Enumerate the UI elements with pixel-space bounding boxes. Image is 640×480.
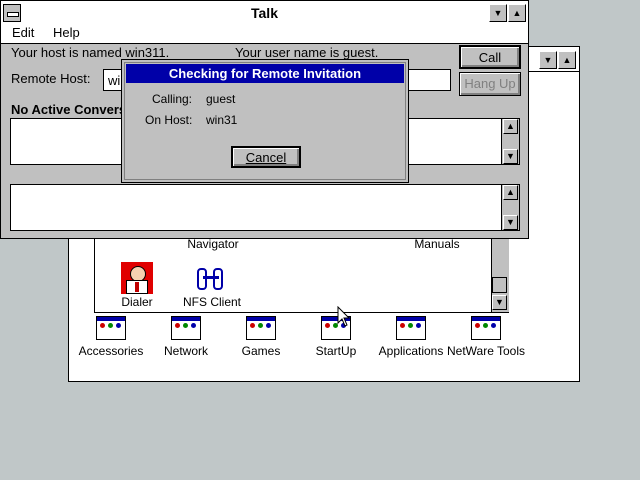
on-host-value: win31 (206, 113, 238, 127)
applications-label[interactable]: Applications (374, 344, 448, 358)
scroll-down-icon[interactable]: ▼ (492, 295, 507, 310)
remote-host-value: wi (108, 73, 121, 88)
talk-titlebar[interactable]: Talk (1, 1, 528, 26)
mouse-cursor-icon (337, 306, 351, 327)
menu-help[interactable]: Help (53, 25, 80, 40)
games-group-icon[interactable] (246, 316, 276, 340)
accessories-group-icon[interactable] (96, 316, 126, 340)
talk-title: Talk (251, 5, 278, 21)
invitation-dialog: Checking for Remote Invitation Calling: … (121, 59, 409, 183)
network-group-icon[interactable] (171, 316, 201, 340)
games-label[interactable]: Games (231, 344, 291, 358)
talk-maximize-icon[interactable]: ▲ (508, 4, 526, 22)
maximize-icon[interactable]: ▲ (558, 51, 576, 69)
on-host-label: On Host: (145, 113, 193, 127)
scroll-thumb[interactable] (492, 277, 507, 293)
calling-label: Calling: (152, 92, 193, 106)
menu-bar: Edit Help (1, 25, 528, 44)
menu-edit[interactable]: Edit (12, 25, 34, 40)
nfs-client-icon[interactable] (195, 262, 229, 294)
cancel-button[interactable]: Cancel (231, 146, 301, 168)
local-scroll-down-icon[interactable]: ▼ (503, 215, 518, 230)
netware-tools-group-icon[interactable] (471, 316, 501, 340)
system-menu-icon[interactable] (3, 4, 21, 22)
dialog-titlebar[interactable]: Checking for Remote Invitation (126, 64, 404, 83)
dialer-icon[interactable] (121, 262, 153, 294)
remote-scroll-up-icon[interactable]: ▲ (503, 119, 518, 134)
applications-group-icon[interactable] (396, 316, 426, 340)
hang-up-button[interactable]: Hang Up (459, 72, 521, 96)
remote-scroll-down-icon[interactable]: ▼ (503, 149, 518, 164)
talk-minimize-icon[interactable]: ▼ (489, 4, 507, 22)
minimize-icon[interactable]: ▼ (539, 51, 557, 69)
accessories-label[interactable]: Accessories (76, 344, 146, 358)
startup-label[interactable]: StartUp (306, 344, 366, 358)
host-text: Your host is named win311. (11, 45, 170, 60)
network-label[interactable]: Network (156, 344, 216, 358)
local-scroll-up-icon[interactable]: ▲ (503, 185, 518, 200)
call-button[interactable]: Call (459, 45, 521, 69)
navigator-label[interactable]: Navigator (182, 237, 244, 251)
status-text: No Active Conversa (11, 102, 134, 117)
manuals-label[interactable]: Manuals (406, 237, 468, 251)
dialer-label[interactable]: Dialer (115, 295, 159, 309)
user-text: Your user name is guest. (235, 45, 379, 60)
calling-value: guest (206, 92, 236, 106)
netware-tools-label[interactable]: NetWare Tools (444, 344, 528, 358)
local-text-area[interactable]: ▲ ▼ (10, 184, 520, 231)
dialog-title: Checking for Remote Invitation (168, 66, 362, 81)
remote-host-label: Remote Host: (11, 71, 91, 86)
nfs-client-label[interactable]: NFS Client (180, 295, 244, 309)
